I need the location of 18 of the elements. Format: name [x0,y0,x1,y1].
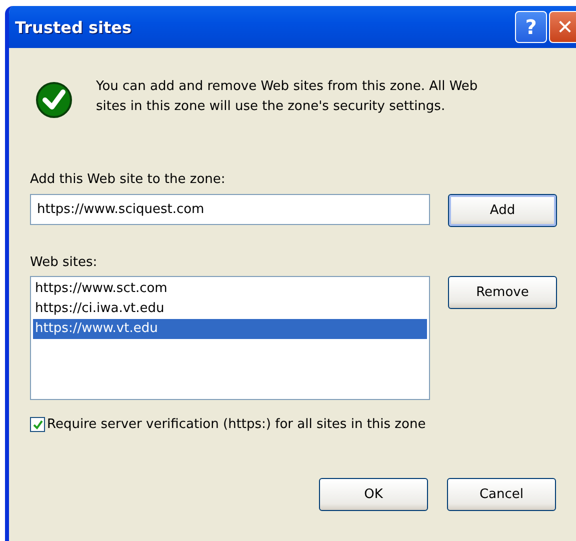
ok-button[interactable]: OK [319,478,428,511]
web-sites-label: Web sites: [30,255,98,270]
info-message: You can add and remove Web sites from this zone. All Web sites in this zone will use the zone's security settings. [96,78,479,116]
checkbox[interactable] [30,417,45,432]
add-site-label: Add this Web site to the zone: [30,172,226,187]
help-button[interactable]: ? [515,11,547,43]
close-button[interactable]: ✕ [549,11,576,43]
cancel-button[interactable]: Cancel [447,478,556,511]
checkbox-label: Require server verification (https:) for all sites in this zone [47,417,426,432]
web-site-item[interactable]: https://ci.iwa.vt.edu [33,299,427,319]
add-button[interactable]: Add [448,194,557,227]
window-title: Trusted sites [15,18,132,36]
web-site-item[interactable]: https://www.vt.edu [33,319,427,339]
checkmark-icon [34,80,74,120]
website-input-field[interactable]: https://www.sciquest.com [30,194,430,225]
web-site-item[interactable]: https://www.sct.com [33,279,427,299]
web-sites-list[interactable]: https://www.sct.com https://ci.iwa.vt.edu https://www.vt.edu [30,276,430,400]
remove-button[interactable]: Remove [448,276,557,309]
